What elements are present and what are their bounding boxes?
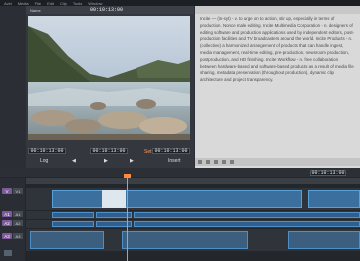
timecode-current-value: 00:10:13:00 <box>92 148 126 154</box>
audio-clip[interactable] <box>30 231 104 249</box>
clip-thumbnail <box>102 190 126 208</box>
set-label: Set <box>144 149 152 155</box>
menu-item[interactable]: Clip <box>60 1 67 6</box>
editor-window: Avid Media File Edit Clip Tools Window N… <box>0 0 360 261</box>
prev-frame-icon[interactable]: ◀ <box>72 158 76 164</box>
timecode-duration-field[interactable]: 00:10:13:00 <box>152 148 190 154</box>
track-headers: V V1 A1 A1 A2 A2 A3 A3 <box>0 178 25 261</box>
track-target-a1[interactable]: A1 <box>2 211 12 217</box>
toolbar-icon[interactable] <box>222 160 226 164</box>
track-name: A1 <box>15 211 21 217</box>
track-target-a3[interactable]: A3 <box>2 233 12 239</box>
timecode-duration-value: 00:10:13:00 <box>154 148 188 154</box>
text-panel-body: Incite — (in-syt) - v. to urge on to act… <box>200 16 355 83</box>
track-name-a2[interactable]: A2 <box>13 220 23 226</box>
source-viewer-pane: Name 00:10:13:00 00:10:13:00 00:10:13:00… <box>26 6 194 170</box>
track-name-a3[interactable]: A3 <box>13 233 23 239</box>
timecode-in-field[interactable]: 00:10:13:00 <box>28 148 66 154</box>
river-scene-image <box>28 16 190 140</box>
text-panel-toolbar <box>195 158 360 166</box>
track-name-v1[interactable]: V1 <box>13 188 23 194</box>
toolbar-icon[interactable] <box>198 160 202 164</box>
play-icon[interactable]: ▶ <box>104 158 108 164</box>
track-label: A1 <box>4 211 10 217</box>
tool-icon[interactable] <box>4 250 12 256</box>
menu-item[interactable]: File <box>35 1 41 6</box>
track-name: A3 <box>15 233 21 239</box>
timeline-timecode-field[interactable]: 00:10:13:00 <box>310 170 346 176</box>
toolbar-icon[interactable] <box>214 160 218 164</box>
audio-clip[interactable] <box>122 231 248 249</box>
audio-clip[interactable] <box>52 212 94 218</box>
audio-clip[interactable] <box>288 231 360 249</box>
audio-clip[interactable] <box>134 212 360 218</box>
video-clip[interactable] <box>52 190 302 208</box>
video-clip[interactable] <box>308 190 360 208</box>
timecode-in-value: 00:10:13:00 <box>30 148 64 154</box>
playhead[interactable] <box>127 176 128 261</box>
track-a3 <box>26 229 360 251</box>
playhead-handle[interactable] <box>124 174 131 178</box>
menu-item[interactable]: Tools <box>73 1 82 6</box>
track-a1 <box>26 211 360 219</box>
log-label: Log <box>40 158 49 164</box>
track-name: A2 <box>15 220 21 226</box>
next-frame-icon[interactable]: ▶ <box>130 158 134 164</box>
menu-item[interactable]: Window <box>88 1 102 6</box>
timecode-current-field[interactable]: 00:10:13:00 <box>90 148 128 154</box>
track-name-a1[interactable]: A1 <box>13 211 23 217</box>
text-panel-header <box>195 6 360 14</box>
source-timecode: 00:10:13:00 <box>90 7 124 13</box>
menu-item[interactable]: Avid <box>4 1 12 6</box>
track-label: A3 <box>4 233 10 239</box>
insert-label: Insert <box>168 158 181 164</box>
track-target-v[interactable]: V <box>2 188 12 194</box>
timeline-timecode-value: 00:10:13:00 <box>311 170 345 176</box>
toolbar-icon[interactable] <box>206 160 210 164</box>
insert-button[interactable]: Insert <box>168 158 181 164</box>
source-header: Name 00:10:13:00 <box>26 6 194 14</box>
track-label: A2 <box>4 220 10 226</box>
video-viewer[interactable] <box>28 16 190 140</box>
log-button[interactable]: Log <box>40 158 48 164</box>
track-v1 <box>26 188 360 210</box>
track-target-a2[interactable]: A2 <box>2 220 12 226</box>
audio-clip[interactable] <box>134 221 360 227</box>
timeline-panel: 00:10:13:00 V V1 A1 A1 A2 A2 A3 A3 <box>0 168 360 261</box>
toolbar-icon[interactable] <box>230 160 234 164</box>
track-a2 <box>26 220 360 228</box>
name-label: Name <box>30 7 41 13</box>
text-panel: Incite — (in-syt) - v. to urge on to act… <box>195 6 360 170</box>
timeline-header: 00:10:13:00 <box>0 168 360 177</box>
track-name: V1 <box>15 188 21 194</box>
set-button[interactable]: Set <box>144 149 152 155</box>
menu-item[interactable]: Media <box>18 1 29 6</box>
menu-item[interactable]: Edit <box>47 1 54 6</box>
track-label: V <box>5 188 9 194</box>
timeline-ruler[interactable] <box>26 178 360 184</box>
audio-clip[interactable] <box>52 221 94 227</box>
